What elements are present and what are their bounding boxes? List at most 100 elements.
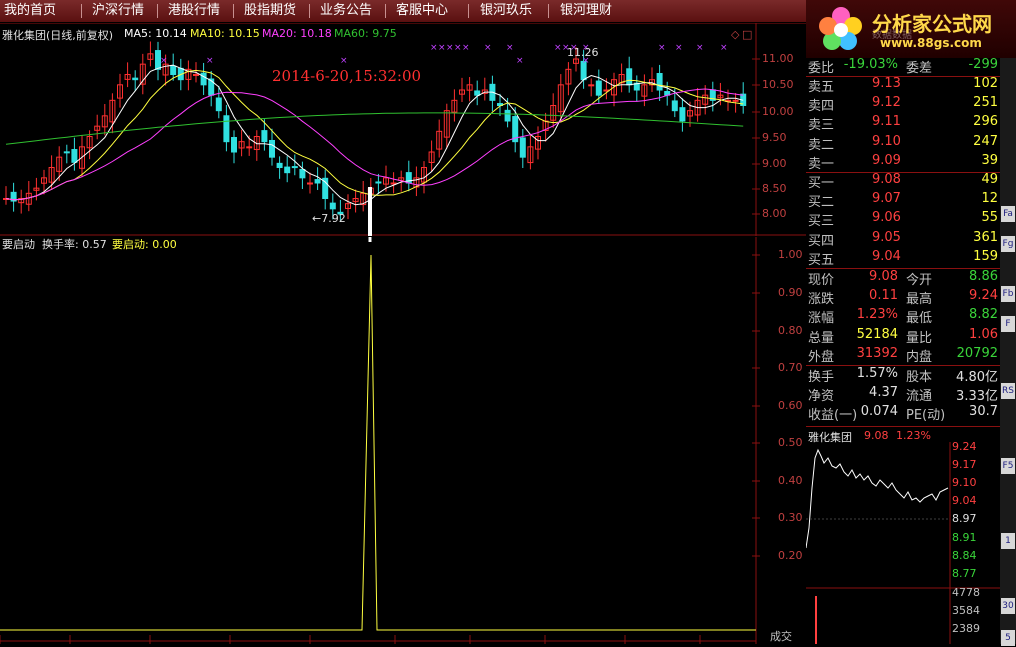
stat-value: 1.23%	[856, 307, 898, 323]
stat-row: 外盘 31392 内盘 20792	[806, 346, 1000, 365]
menu-hushen-quotes[interactable]: 沪深行情	[92, 2, 144, 20]
mini-volume-tick: 3584	[952, 604, 980, 617]
ask-volume: 247	[973, 133, 998, 149]
candle-body	[200, 72, 207, 86]
bid-price: 9.04	[872, 248, 901, 264]
flower-logo-icon	[819, 7, 862, 50]
high-price-marker: 11.26	[567, 46, 599, 59]
ask-row: 卖二 9.10 247	[806, 134, 1000, 153]
candle-body	[215, 97, 222, 112]
fundamental-label: PE(动)	[906, 408, 946, 424]
kline-chart-pane[interactable]: × × × × × × × × × × × × × × × × × × × × 雅化集团(日线,前复权) MA5: 1…	[0, 22, 806, 243]
indicator-tick-label: 0.30	[778, 511, 803, 524]
weicha-value: -299	[968, 57, 998, 72]
menu-separator	[548, 4, 549, 18]
stat-value: 1.06	[969, 326, 998, 342]
stat-value: 9.08	[869, 269, 898, 284]
chart-diamond-icon[interactable]: ◇	[731, 28, 739, 41]
signal-x-marker: ×	[484, 43, 492, 53]
fundamental-row: 净资 4.37 流通 3.33亿	[806, 385, 1000, 404]
logo-url[interactable]: www.88gs.com	[880, 36, 982, 50]
indicator-chart[interactable]	[0, 237, 806, 644]
candle-body	[231, 137, 237, 153]
indicator-pane[interactable]: 要启动 换手率: 0.57 要启动: 0.00 1.00 0.90 0.80 0.70…	[0, 237, 806, 644]
ask-price: 9.10	[872, 133, 901, 149]
menu-customer-service[interactable]: 客服中心	[396, 2, 448, 20]
menu-announcements[interactable]: 业务公告	[320, 2, 372, 20]
kline-chart[interactable]: × × × × × × × × × × × × × × ×× × × × ×	[0, 22, 806, 243]
mini-price-tick: 9.10	[952, 476, 977, 489]
stat-row: 现价 9.08 今开 8.86	[806, 269, 1000, 288]
stat-value: 20792	[956, 345, 998, 361]
ask-volume: 251	[973, 95, 998, 111]
ask-price: 9.13	[872, 76, 901, 91]
fundamental-label: 收益(一)	[808, 408, 858, 424]
candle-body	[208, 78, 215, 96]
menu-hk-quotes[interactable]: 港股行情	[168, 2, 220, 20]
menu-index-futures[interactable]: 股指期货	[244, 2, 296, 20]
bid-volume: 159	[973, 248, 998, 264]
signal-x-marker: ×	[430, 43, 438, 53]
signal-x-marker: ×	[720, 43, 728, 53]
fundamental-value: 4.37	[869, 385, 898, 401]
menu-yinhe-jiule[interactable]: 银河玖乐	[480, 2, 532, 20]
fundamental-value: 30.7	[969, 404, 998, 420]
stat-label: 最高	[906, 292, 933, 308]
side-button[interactable]: 1	[1001, 533, 1015, 549]
mini-price-tick: 8.77	[952, 567, 977, 580]
candle-body	[626, 68, 633, 86]
signal-x-marker: ×	[438, 43, 446, 53]
price-tick-label: 10.50	[762, 78, 794, 91]
stat-label: 总量	[808, 330, 835, 346]
ma5-line	[5, 64, 744, 206]
side-button[interactable]: Fg	[1001, 236, 1015, 252]
signal-x-marker: ×	[206, 56, 214, 66]
candle-body	[679, 107, 686, 122]
signal-x-marker: ×	[340, 56, 348, 66]
side-button[interactable]: 30	[1001, 598, 1015, 614]
candle-body	[299, 168, 306, 179]
stat-value: 8.86	[969, 269, 998, 284]
side-button[interactable]: Fa	[1001, 206, 1015, 222]
site-logo: 数据数据 分析家公式网 www.88gs.com	[806, 0, 1016, 58]
indicator-tick-label: 0.60	[778, 399, 803, 412]
bid-label: 买二	[808, 195, 835, 211]
menu-home[interactable]: 我的首页	[4, 2, 56, 20]
webi-value: -19.03%	[843, 57, 898, 72]
bid-label: 买五	[808, 252, 835, 268]
low-price-marker: ←7.92	[312, 212, 346, 225]
mini-volume-tick: 2389	[952, 622, 980, 635]
candle-body	[291, 166, 298, 169]
candle-body	[519, 137, 526, 158]
intraday-mini-chart[interactable]: 雅化集团 9.08 1.23% 成交 9.24 9.17 9.10 9.04 8.97 8…	[770, 428, 1000, 644]
candle-body	[329, 202, 336, 210]
stat-row: 涨跌 0.11 最高 9.24	[806, 288, 1000, 307]
mini-price-tick: 9.04	[952, 494, 977, 507]
candle-body	[656, 73, 663, 91]
divider	[806, 426, 1000, 427]
chart-square-icon[interactable]: □	[742, 28, 752, 41]
stat-value: 8.82	[969, 307, 998, 323]
bid-volume: 361	[973, 229, 998, 245]
side-button[interactable]: F	[1001, 316, 1015, 332]
indicator-tick-label: 0.90	[778, 286, 803, 299]
menu-yinhe-finance[interactable]: 银河理财	[560, 2, 612, 20]
side-button[interactable]: Fb	[1001, 286, 1015, 302]
mini-price-tick: 9.24	[952, 440, 977, 453]
stat-value: 0.11	[869, 288, 898, 304]
stat-label: 涨跌	[808, 292, 835, 308]
bid-volume: 55	[981, 210, 998, 226]
ask-row: 卖四 9.12 251	[806, 95, 1000, 114]
mini-price-tick: 8.84	[952, 549, 977, 562]
mini-volume-tick: 4778	[952, 586, 980, 599]
price-tick-label: 10.00	[762, 105, 794, 118]
bid-label: 买一	[808, 176, 835, 191]
menu-separator	[157, 4, 158, 18]
stat-value: 9.24	[969, 288, 998, 304]
candle-body	[307, 182, 313, 185]
ask-label: 卖二	[808, 137, 835, 153]
side-button[interactable]: RS	[1001, 383, 1015, 399]
side-button[interactable]: F5	[1001, 458, 1015, 474]
mini-bottom-label: 成交	[770, 630, 792, 643]
candle-body	[63, 151, 70, 154]
